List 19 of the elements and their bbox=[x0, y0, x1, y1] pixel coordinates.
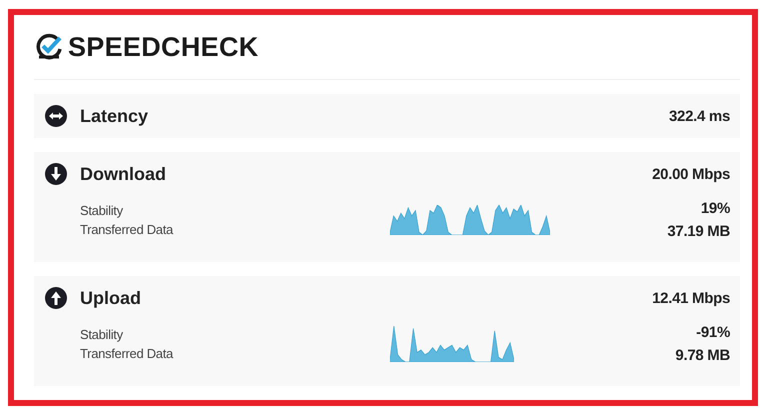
brand-name: SPEEDCHECK bbox=[68, 32, 259, 62]
detail-value: 37.19 MB bbox=[667, 223, 730, 240]
latency-icon bbox=[44, 104, 68, 128]
metric-value: 322.4 ms bbox=[669, 108, 730, 124]
detail-label: Transferred Data bbox=[80, 346, 174, 361]
metric-label: Download bbox=[80, 164, 167, 184]
detail-value: 9.78 MB bbox=[675, 347, 730, 364]
detail-label: Stability bbox=[80, 327, 124, 342]
metric-label: Latency bbox=[80, 106, 150, 126]
metric-value: 20.00 Mbps bbox=[652, 166, 730, 182]
detail-label: Stability bbox=[80, 203, 124, 218]
logo-icon bbox=[34, 32, 64, 62]
upload-icon bbox=[44, 286, 68, 310]
detail-value: 19% bbox=[700, 200, 730, 217]
metric-label: Upload bbox=[80, 288, 142, 308]
detail-label: Transferred Data bbox=[80, 222, 174, 237]
download-icon bbox=[44, 162, 68, 186]
detail-value: -91% bbox=[696, 324, 730, 341]
metric-value: 12.41 Mbps bbox=[652, 290, 730, 306]
